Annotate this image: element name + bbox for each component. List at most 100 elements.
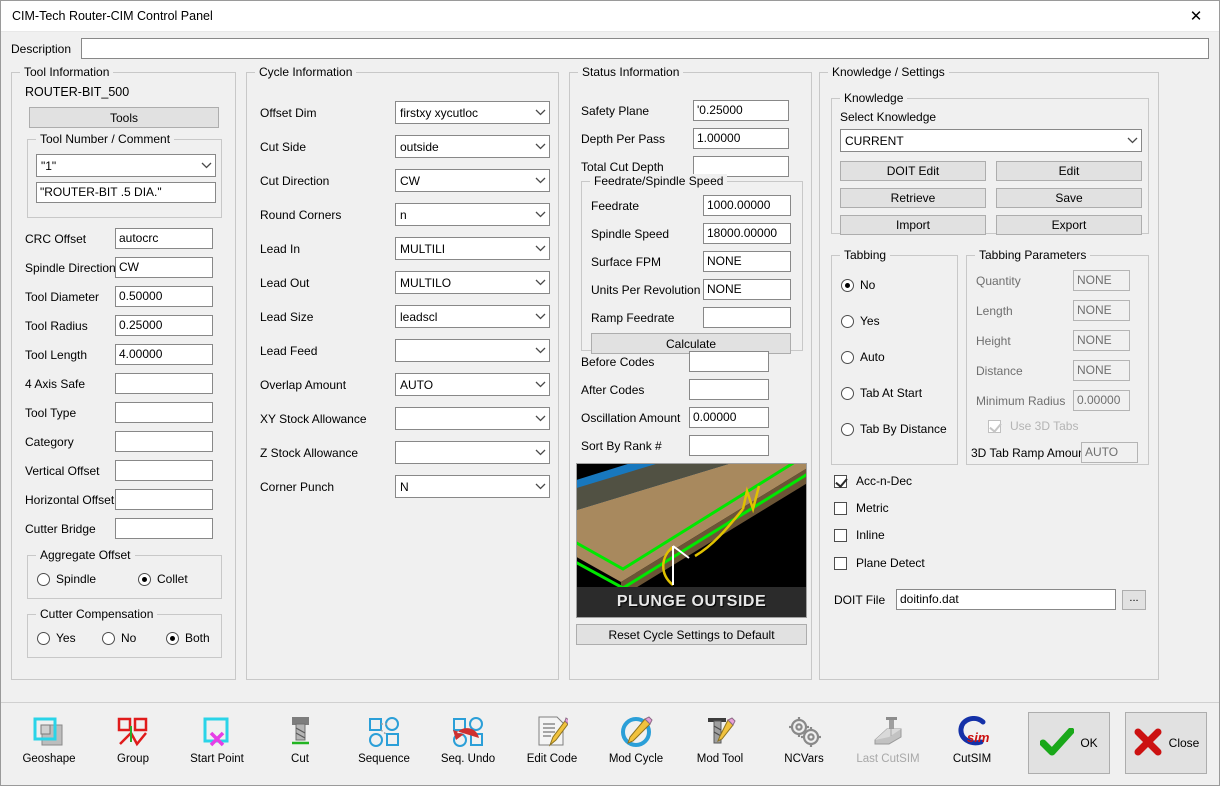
checkbox-icon xyxy=(834,474,847,488)
toolbar-item-last-cutsim[interactable]: Last CutSIM xyxy=(855,711,921,779)
tool-field-row: Tool Radius 0.25000 xyxy=(25,315,225,336)
toolbar-item-label: Group xyxy=(117,753,149,765)
oscillation-amount-input[interactable]: 0.00000 xyxy=(689,407,769,428)
cutter-bridge-input[interactable] xyxy=(115,518,213,539)
sort-by-rank-input[interactable] xyxy=(689,435,769,456)
edit-button[interactable]: Edit xyxy=(996,161,1142,181)
after-codes-input[interactable] xyxy=(689,379,769,400)
safety-plane-input[interactable]: '0.25000 xyxy=(693,100,789,121)
toolbar-item-ncvars[interactable]: NCVars xyxy=(771,711,837,779)
description-input[interactable] xyxy=(81,38,1209,59)
save-button[interactable]: Save xyxy=(996,188,1142,208)
xy-stock-allowance-combobox[interactable] xyxy=(395,407,550,430)
tabbing-param-row: Quantity NONE xyxy=(976,270,1146,291)
feedrate-field-label: Feedrate xyxy=(591,198,640,213)
toolbar-item-start-point[interactable]: Start Point xyxy=(184,711,250,779)
tools-button[interactable]: Tools xyxy=(29,107,219,128)
radio-cutter-comp-no[interactable]: No xyxy=(102,631,136,645)
tool-radius-input[interactable]: 0.25000 xyxy=(115,315,213,336)
toolbar-item-mod-cycle[interactable]: Mod Cycle xyxy=(603,711,669,779)
surface-fpm-input[interactable]: NONE xyxy=(703,251,791,272)
geoshape-icon xyxy=(32,711,66,753)
checkbox-inline[interactable]: Inline xyxy=(834,528,885,542)
toolbar-item-group[interactable]: Group xyxy=(100,711,166,779)
units-per-revolution-input[interactable]: NONE xyxy=(703,279,791,300)
tab-ramp-label: 3D Tab Ramp Amount xyxy=(971,445,1089,460)
tool-type-input[interactable] xyxy=(115,402,213,423)
z-stock-allowance-combobox[interactable] xyxy=(395,441,550,464)
toolbar-item-edit-code[interactable]: Edit Code xyxy=(519,711,585,779)
reset-cycle-settings-button[interactable]: Reset Cycle Settings to Default xyxy=(576,624,807,645)
tool-length-input[interactable]: 4.00000 xyxy=(115,344,213,365)
radio-tabbing-yes[interactable]: Yes xyxy=(841,314,880,328)
export-button[interactable]: Export xyxy=(996,215,1142,235)
radio-label: Tab At Start xyxy=(860,386,923,400)
toolbar-item-cut[interactable]: Cut xyxy=(267,711,333,779)
lead-size-combobox[interactable]: leadscl xyxy=(395,305,550,328)
tool-number-combobox[interactable]: "1" xyxy=(36,154,216,177)
checkbox-acc-n-dec[interactable]: Acc-n-Dec xyxy=(834,474,912,488)
import-button[interactable]: Import xyxy=(840,215,986,235)
toolbar-item-seq-undo[interactable]: Seq. Undo xyxy=(435,711,501,779)
tabbing-title: Tabbing xyxy=(840,248,891,262)
radio-aggregate-collet[interactable]: Collet xyxy=(138,572,188,586)
toolbar-item-mod-tool[interactable]: Mod Tool xyxy=(687,711,753,779)
ramp-feedrate-input[interactable] xyxy=(703,307,791,328)
close-button[interactable]: Close xyxy=(1125,712,1207,774)
lead-feed-combobox[interactable] xyxy=(395,339,550,362)
select-knowledge-combobox[interactable]: CURRENT xyxy=(840,129,1142,152)
before-codes-input[interactable] xyxy=(689,351,769,372)
checkbox-label: Metric xyxy=(856,501,889,515)
radio-cutter-comp-yes[interactable]: Yes xyxy=(37,631,76,645)
radio-tabbing-tab-at-start[interactable]: Tab At Start xyxy=(841,386,922,400)
cutter-compensation-group: Cutter Compensation Yes No Both xyxy=(27,607,222,658)
vertical-offset-input[interactable] xyxy=(115,460,213,481)
ok-button[interactable]: OK xyxy=(1028,712,1110,774)
radio-tabbing-no[interactable]: No xyxy=(841,278,875,292)
toolbar-item-label: CutSIM xyxy=(952,753,992,765)
tool-diameter-input[interactable]: 0.50000 xyxy=(115,286,213,307)
cut-direction-combobox[interactable]: CW xyxy=(395,169,550,192)
tool-comment-input[interactable]: "ROUTER-BIT .5 DIA." xyxy=(36,182,216,203)
lead-out-combobox[interactable]: MULTILO xyxy=(395,271,550,294)
radio-cutter-comp-both[interactable]: Both xyxy=(166,631,210,645)
spindle-speed-input[interactable]: 18000.00000 xyxy=(703,223,791,244)
crc-offset-input[interactable]: autocrc xyxy=(115,228,213,249)
tool-field-row: Horizontal Offset xyxy=(25,489,225,510)
doit-file-browse-button[interactable]: ... xyxy=(1122,589,1146,610)
tabbing-param-label: Length xyxy=(976,303,1013,318)
chevron-down-icon xyxy=(531,306,549,327)
close-icon[interactable]: ✕ xyxy=(1173,1,1219,31)
toolbar-item-cutsim[interactable]: sim CutSIM xyxy=(939,711,1005,779)
four-axis-safe-input[interactable] xyxy=(115,373,213,394)
chevron-down-icon xyxy=(531,272,549,293)
retrieve-button[interactable]: Retrieve xyxy=(840,188,986,208)
doit-file-input[interactable]: doitinfo.dat xyxy=(896,589,1116,610)
radio-tabbing-auto[interactable]: Auto xyxy=(841,350,885,364)
aggregate-offset-group: Aggregate Offset Spindle Collet xyxy=(27,548,222,599)
tool-field-label: Tool Radius xyxy=(25,318,88,333)
checkbox-metric[interactable]: Metric xyxy=(834,501,889,515)
tabbing-group: Tabbing No Yes Auto Tab At Start Tab By … xyxy=(831,248,958,465)
radio-aggregate-spindle[interactable]: Spindle xyxy=(37,572,96,586)
round-corners-combobox[interactable]: n xyxy=(395,203,550,226)
doit-edit-button[interactable]: DOIT Edit xyxy=(840,161,986,181)
feedrate-input[interactable]: 1000.00000 xyxy=(703,195,791,216)
radio-tabbing-tab-by-distance[interactable]: Tab By Distance xyxy=(841,422,947,436)
category-input[interactable] xyxy=(115,431,213,452)
lead-in-combobox[interactable]: MULTILI xyxy=(395,237,550,260)
lead-out-value: MULTILO xyxy=(400,275,452,290)
toolbar-item-sequence[interactable]: Sequence xyxy=(351,711,417,779)
radio-icon xyxy=(37,572,50,586)
overlap-amount-combobox[interactable]: AUTO xyxy=(395,373,550,396)
spindle-direction-input[interactable]: CW xyxy=(115,257,213,278)
depth-per-pass-input[interactable]: 1.00000 xyxy=(693,128,789,149)
checkbox-plane-detect[interactable]: Plane Detect xyxy=(834,556,925,570)
toolbar-item-geoshape[interactable]: Geoshape xyxy=(16,711,82,779)
overlap-amount-value: AUTO xyxy=(400,377,434,392)
offset-dim-combobox[interactable]: firstxy xycutloc xyxy=(395,101,550,124)
horizontal-offset-input[interactable] xyxy=(115,489,213,510)
corner-punch-combobox[interactable]: N xyxy=(395,475,550,498)
cut-side-combobox[interactable]: outside xyxy=(395,135,550,158)
feedrate-spindle-title: Feedrate/Spindle Speed xyxy=(590,174,728,188)
